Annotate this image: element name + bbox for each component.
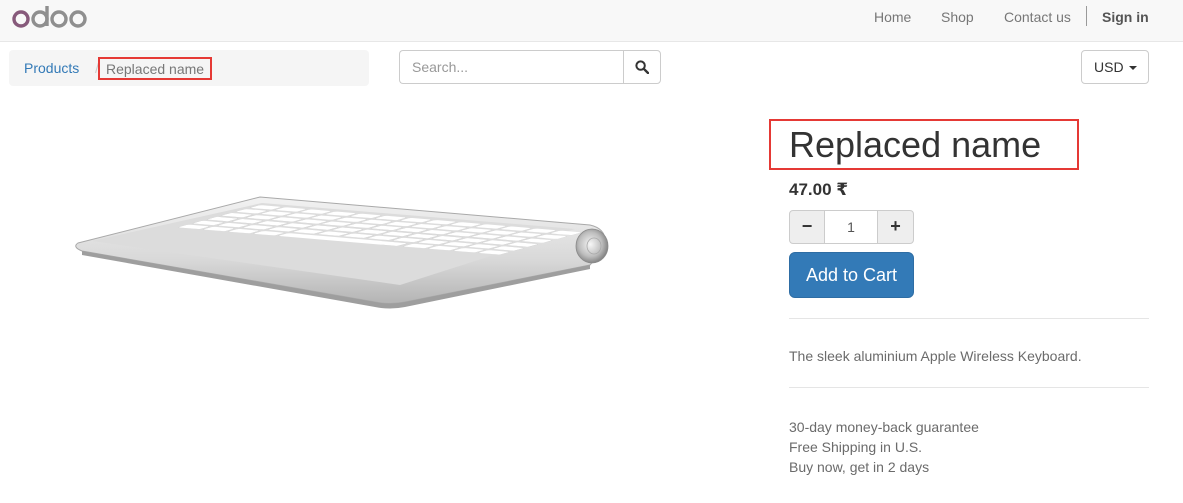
currency-dropdown[interactable]: USD — [1081, 50, 1149, 84]
sign-in-link[interactable]: Sign in — [1102, 8, 1149, 26]
nav-contact-link[interactable]: Contact us — [1004, 8, 1071, 26]
search-icon — [635, 60, 649, 74]
benefit-item: Buy now, get in 2 days — [789, 459, 930, 475]
product-title: Replaced name — [789, 124, 1042, 165]
breadcrumb: Products / Replaced name — [9, 50, 369, 86]
caret-down-icon — [1129, 66, 1137, 70]
quantity-input[interactable] — [825, 210, 877, 244]
currency-label: USD — [1094, 59, 1124, 75]
nav-shop-link[interactable]: Shop — [941, 8, 974, 26]
top-navbar: Home Shop Contact us Sign in — [0, 0, 1183, 42]
product-benefits: 30-day money-back guarantee Free Shippin… — [789, 417, 979, 477]
search-input[interactable] — [399, 50, 624, 84]
product-description: The sleek aluminium Apple Wireless Keybo… — [789, 348, 1082, 364]
benefit-item: Free Shipping in U.S. — [789, 439, 923, 455]
benefit-item: 30-day money-back guarantee — [789, 419, 979, 435]
nav-home-link[interactable]: Home — [874, 8, 911, 26]
add-to-cart-button[interactable]: Add to Cart — [789, 252, 914, 298]
breadcrumb-products-link[interactable]: Products — [24, 60, 79, 77]
divider — [789, 318, 1149, 319]
keyboard-image — [75, 196, 609, 309]
quantity-stepper: − + — [789, 210, 914, 244]
search-button[interactable] — [623, 50, 661, 84]
quantity-increase-button[interactable]: + — [877, 210, 914, 244]
odoo-logo[interactable] — [12, 4, 88, 30]
product-price: 47.00 ₹ — [789, 180, 849, 199]
divider — [789, 387, 1149, 388]
breadcrumb-current: Replaced name — [98, 57, 213, 80]
nav-divider — [1086, 6, 1087, 26]
quantity-decrease-button[interactable]: − — [789, 210, 825, 244]
